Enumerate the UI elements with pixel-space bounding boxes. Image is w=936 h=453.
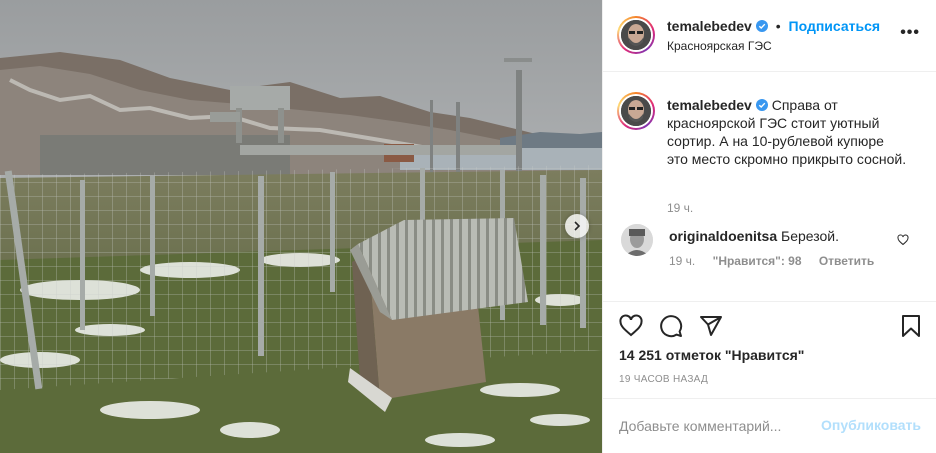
next-photo-button[interactable] (565, 214, 589, 238)
comment-timestamp[interactable]: 19 ч. (669, 254, 695, 268)
comment-composer: Опубликовать (603, 398, 936, 453)
more-options-icon[interactable]: ••• (900, 24, 920, 42)
separator-dot: • (775, 18, 781, 34)
post-time-ago[interactable]: 19 ЧАСОВ НАЗАД (619, 374, 708, 385)
comment-input[interactable] (617, 413, 821, 439)
author-avatar[interactable] (617, 16, 655, 54)
comment-icon[interactable] (659, 314, 683, 338)
paper-plane-icon[interactable] (699, 314, 723, 338)
comment-heart-icon[interactable] (897, 234, 909, 246)
commenter-username[interactable]: originaldoenitsa (669, 228, 777, 244)
comments-section: temalebedev Справа от красноярской ГЭС с… (603, 72, 936, 302)
post-header: temalebedev • Подписаться Красноярская Г… (603, 0, 936, 72)
location-link[interactable]: Красноярская ГЭС (667, 39, 772, 53)
caption-author-username[interactable]: temalebedev (667, 97, 752, 113)
instagram-post: temalebedev • Подписаться Красноярская Г… (0, 0, 936, 453)
post-photo[interactable] (0, 0, 602, 453)
comment-text: Березой. (781, 228, 840, 244)
caption-author-avatar[interactable] (617, 92, 655, 130)
commenter-avatar[interactable] (621, 224, 653, 256)
heart-icon[interactable] (619, 314, 643, 338)
publish-button[interactable]: Опубликовать (821, 417, 921, 433)
action-bar (603, 302, 936, 350)
avatar-face-image (621, 20, 651, 50)
likes-count[interactable]: 14 251 отметок "Нравится" (619, 347, 804, 363)
chevron-right-icon (574, 221, 581, 231)
bookmark-icon[interactable] (899, 314, 923, 338)
verified-badge-icon (755, 20, 768, 32)
post-side-panel: temalebedev • Подписаться Красноярская Г… (602, 0, 936, 453)
photo-image (0, 0, 602, 453)
reply-button[interactable]: Ответить (819, 254, 874, 268)
follow-button[interactable]: Подписаться (789, 18, 881, 34)
avatar-face-image (621, 96, 651, 126)
caption-timestamp[interactable]: 19 ч. (667, 201, 693, 215)
verified-badge-icon (755, 99, 768, 111)
commenter-avatar-image (621, 224, 653, 256)
author-username[interactable]: temalebedev (667, 18, 752, 34)
comment-likes[interactable]: "Нравится": 98 (713, 254, 802, 268)
